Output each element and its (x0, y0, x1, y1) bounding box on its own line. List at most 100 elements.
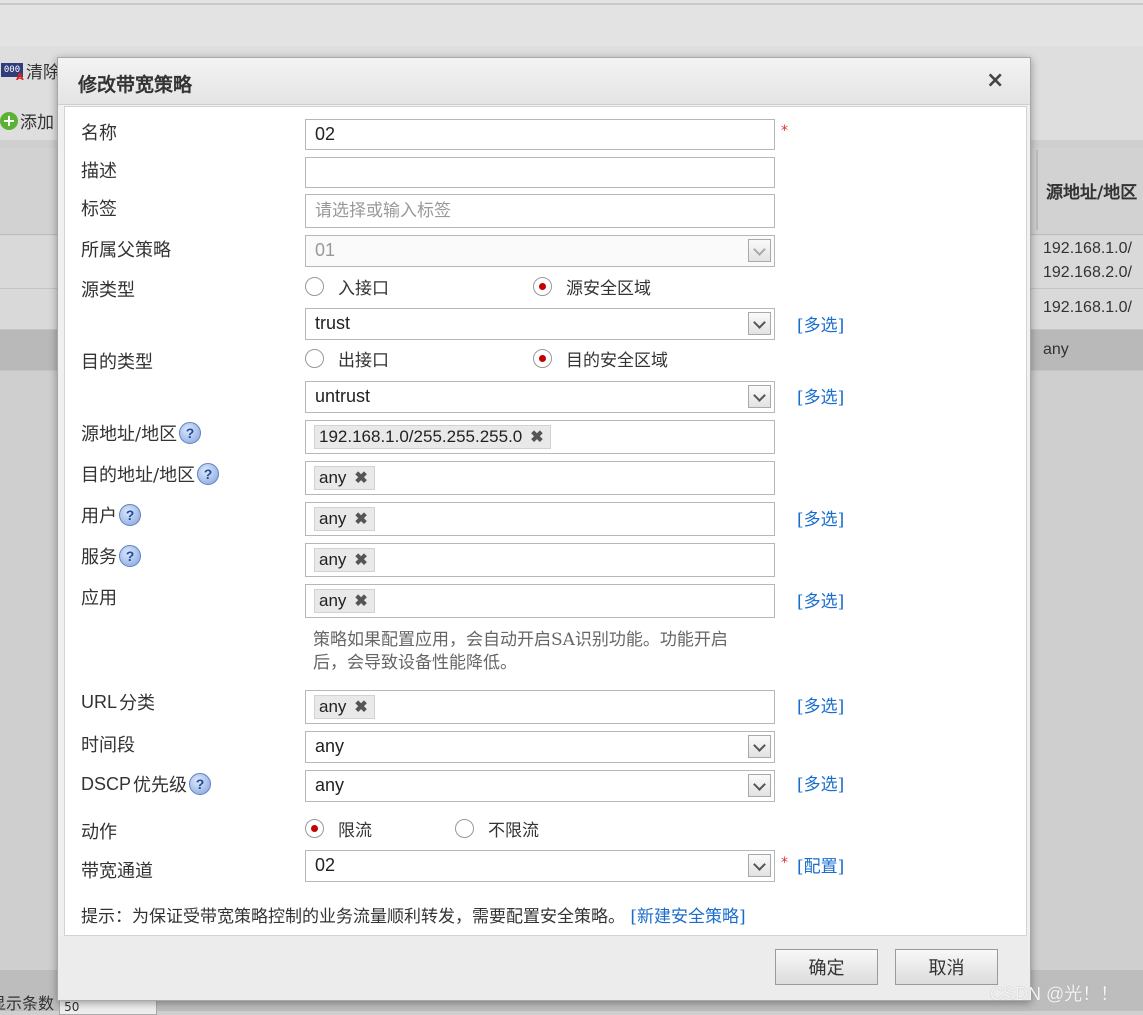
source-zone-select[interactable]: trust (305, 308, 775, 340)
radio-label: 不限流 (488, 821, 539, 841)
help-icon[interactable]: ? (119, 545, 141, 567)
application-note-line: 策略如果配置应用，会自动开启SA识别功能。功能开启 (313, 630, 728, 650)
bandwidth-channel-config-link[interactable]: [配置] (797, 852, 844, 877)
tag-input[interactable]: 请选择或输入标签 (305, 194, 775, 228)
time-range-value: any (315, 736, 345, 756)
help-icon[interactable]: ? (189, 773, 212, 795)
dscp-select[interactable]: any (305, 770, 775, 802)
dialog-body: 名称 02 * 描述 标签 请选择或输入标签 所属父策略 01 源类型 入接口 … (64, 106, 1027, 936)
close-icon[interactable]: × (986, 68, 1004, 93)
service-input[interactable]: any ✖ (305, 543, 775, 577)
cancel-button[interactable]: 取消 (895, 949, 998, 985)
description-label: 描述 (81, 161, 117, 182)
user-multi-select-link[interactable]: [多选] (797, 505, 844, 530)
service-label: 服务 ? (81, 543, 141, 569)
radio-inbound-interface[interactable]: 入接口 (305, 274, 389, 299)
time-range-select[interactable]: any (305, 731, 775, 763)
dialog-title-bar: 修改带宽策略 × (58, 58, 1030, 105)
radio-circle-selected[interactable] (533, 277, 552, 296)
radio-circle-selected[interactable] (533, 349, 552, 368)
dest-address-label: 目的地址/地区 ? (81, 461, 220, 487)
application-multi-select-link[interactable]: [多选] (797, 587, 844, 612)
tip-text: 提示：为保证受带宽策略控制的业务流量顺利转发，需要配置安全策略。 (81, 907, 625, 927)
application-note-line: 后，会导致设备性能降低。 (313, 653, 517, 673)
url-category-input[interactable]: any ✖ (305, 690, 775, 724)
table-cell: 192.168.2.0/ (1043, 264, 1132, 281)
time-range-label: 时间段 (81, 735, 135, 756)
chevron-down-icon[interactable] (748, 385, 771, 408)
radio-circle[interactable] (305, 277, 324, 296)
source-zone-value: trust (315, 313, 351, 333)
add-button[interactable]: + 添加 (0, 108, 54, 133)
radio-dest-zone[interactable]: 目的安全区域 (533, 346, 668, 371)
dest-zone-select[interactable]: untrust (305, 381, 775, 413)
radio-label: 目的安全区域 (566, 351, 668, 371)
bandwidth-channel-label: 带宽通道 (81, 861, 153, 882)
source-zone-multi-select-link[interactable]: [多选] (797, 311, 844, 336)
user-input[interactable]: any ✖ (305, 502, 775, 536)
radio-label: 源安全区域 (566, 279, 651, 299)
url-category-label: URL 分类 (81, 689, 155, 715)
user-label: 用户 ? (81, 502, 141, 528)
help-icon[interactable]: ? (119, 504, 141, 526)
action-label: 动作 (81, 822, 117, 843)
chevron-down-icon (748, 239, 771, 262)
name-input[interactable]: 02 (305, 119, 775, 150)
remove-tag-icon[interactable]: ✖ (354, 591, 367, 611)
radio-source-zone[interactable]: 源安全区域 (533, 274, 651, 299)
remove-tag-icon[interactable]: ✖ (354, 468, 367, 488)
new-security-policy-link[interactable]: [新建安全策略] (630, 907, 745, 927)
description-input[interactable] (305, 157, 775, 188)
remove-tag-icon[interactable]: ✖ (530, 427, 543, 447)
dialog-footer: 确定 取消 (58, 936, 1030, 1000)
ok-button[interactable]: 确定 (775, 949, 878, 985)
application-tag: any ✖ (314, 589, 375, 613)
radio-circle-selected[interactable] (305, 819, 324, 838)
chevron-down-icon[interactable] (748, 774, 771, 797)
add-icon: + (0, 111, 18, 130)
tag-text: 192.168.1.0/255.255.255.0 (319, 427, 523, 446)
security-policy-tip: 提示：为保证受带宽策略控制的业务流量顺利转发，需要配置安全策略。 [新建安全策略… (81, 902, 746, 927)
dest-zone-multi-select-link[interactable]: [多选] (797, 383, 844, 408)
radio-rate-limit[interactable]: 限流 (305, 816, 372, 841)
top-bar (0, 0, 1143, 47)
remove-tag-icon[interactable]: ✖ (354, 550, 367, 570)
application-note: 策略如果配置应用，会自动开启SA识别功能。功能开启 后，会导致设备性能降低。 (313, 629, 763, 675)
bandwidth-channel-value: 02 (315, 855, 336, 875)
add-label: 添加 (20, 113, 54, 133)
chevron-down-icon[interactable] (748, 312, 771, 335)
help-icon[interactable]: ? (197, 463, 220, 485)
chevron-down-icon[interactable] (748, 735, 771, 758)
bandwidth-channel-select[interactable]: 02 (305, 850, 775, 882)
radio-circle[interactable] (455, 819, 474, 838)
radio-outbound-interface[interactable]: 出接口 (305, 346, 389, 371)
dscp-multi-select-link[interactable]: [多选] (797, 770, 844, 795)
radio-circle[interactable] (305, 349, 324, 368)
source-address-column-header[interactable]: 源地址/地区 (1036, 150, 1143, 230)
chevron-down-icon[interactable] (748, 854, 771, 877)
clear-button[interactable]: 000 A 清除 (0, 58, 60, 83)
parent-policy-label: 所属父策略 (81, 240, 171, 261)
tag-text: any (319, 550, 347, 569)
tag-label: 标签 (81, 199, 117, 220)
address-tag: 192.168.1.0/255.255.255.0 ✖ (314, 425, 551, 449)
table-cell: 192.168.1.0/ (1043, 240, 1132, 257)
dscp-value: any (315, 775, 345, 795)
application-input[interactable]: any ✖ (305, 584, 775, 618)
radio-no-rate-limit[interactable]: 不限流 (455, 816, 539, 841)
help-icon[interactable]: ? (179, 422, 202, 444)
url-category-multi-select-link[interactable]: [多选] (797, 692, 844, 717)
radio-label: 出接口 (338, 351, 389, 371)
required-mark: * (781, 855, 788, 871)
dest-zone-value: untrust (315, 386, 371, 406)
dest-type-label: 目的类型 (81, 352, 153, 373)
source-address-input[interactable]: 192.168.1.0/255.255.255.0 ✖ (305, 420, 775, 454)
remove-tag-icon[interactable]: ✖ (354, 697, 367, 717)
user-tag: any ✖ (314, 507, 375, 531)
remove-tag-icon[interactable]: ✖ (354, 509, 367, 529)
name-label: 名称 (81, 123, 117, 144)
clear-counter-icon: 000 A (0, 60, 24, 83)
dest-address-input[interactable]: any ✖ (305, 461, 775, 495)
url-category-tag: any ✖ (314, 695, 375, 719)
edit-bandwidth-policy-dialog: 修改带宽策略 × 名称 02 * 描述 标签 请选择或输入标签 所属父策略 01… (57, 57, 1031, 1001)
